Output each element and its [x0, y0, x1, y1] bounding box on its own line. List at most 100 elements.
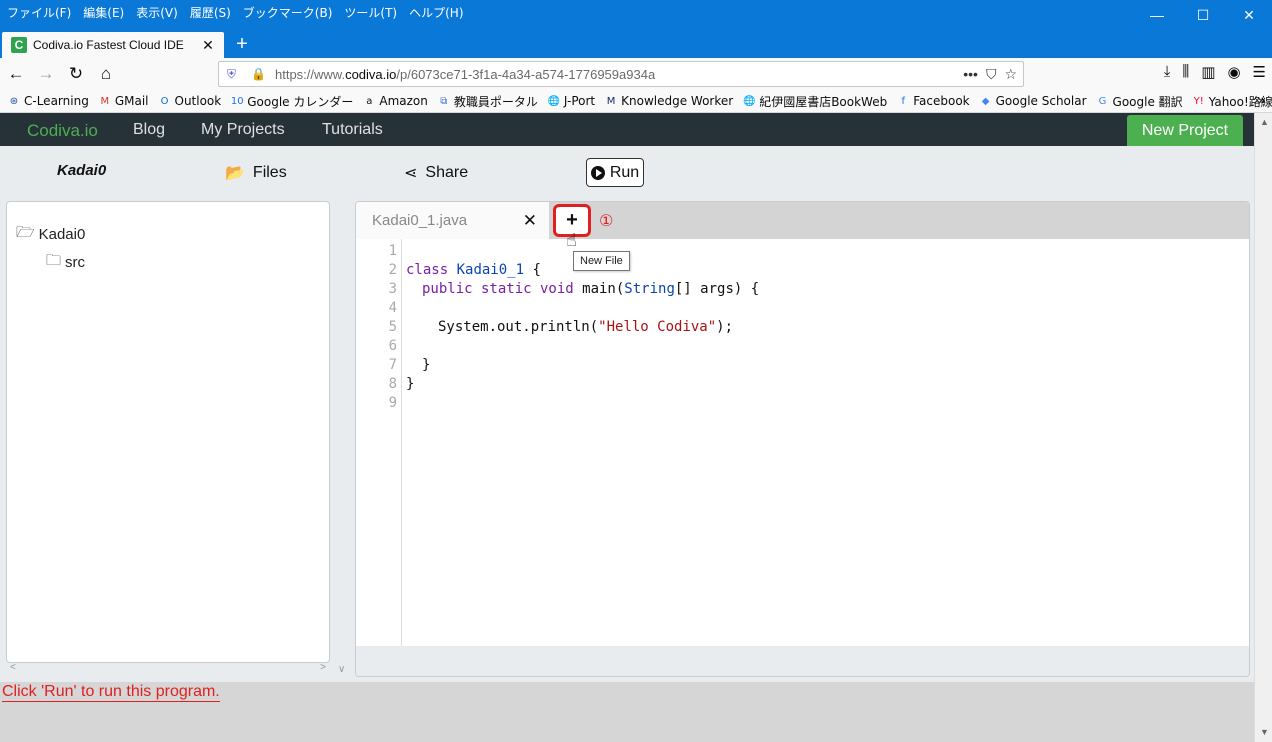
scroll-up-icon[interactable]: ▲ — [1260, 117, 1269, 127]
window-title-bar: ファイル(F) 編集(E) 表示(V) 履歴(S) ブックマーク(B) ツール(… — [0, 0, 1272, 30]
project-toolbar: Kadai0 📂 Files ⋖ Share Run — [0, 146, 1254, 198]
page-scrollbar[interactable]: ▲ ▼ — [1254, 113, 1272, 742]
page-actions-icon[interactable]: ••• — [963, 66, 978, 83]
maximize-button[interactable]: ☐ — [1180, 0, 1226, 30]
folder-open-icon: 📂 — [225, 165, 245, 182]
menu-bar: ファイル(F) 編集(E) 表示(V) 履歴(S) ブックマーク(B) ツール(… — [7, 4, 464, 21]
scroll-down-icon[interactable]: ▼ — [1260, 727, 1269, 737]
hamburger-menu-icon[interactable]: ☰ — [1253, 63, 1266, 81]
bookmark-item[interactable]: 10 Google カレンダー — [230, 93, 354, 110]
folder-icon: 🗀 — [46, 252, 62, 269]
url-text[interactable]: https://www.codiva.io/p/6073ce71-3f1a-4a… — [275, 67, 963, 82]
bookmarks-bar: ⊛ C-Learning M GMail O Outlook 10 Google カレンダー a… — [0, 90, 1272, 113]
close-file-icon[interactable]: ✕ — [523, 211, 537, 231]
translate-icon: G — [1098, 95, 1107, 107]
bookmark-item[interactable]: M Knowledge Worker — [604, 94, 733, 108]
codiva-brand-link[interactable]: Codiva.io — [27, 121, 98, 141]
lock-icon[interactable]: 🔒 — [251, 67, 266, 81]
code-line: } — [422, 357, 431, 373]
share-icon: ⋖ — [404, 165, 418, 182]
my-projects-link[interactable]: My Projects — [201, 121, 285, 139]
c-learning-icon: ⊛ — [9, 95, 19, 107]
bookmark-item[interactable]: M GMail — [98, 94, 148, 108]
menu-edit[interactable]: 編集(E) — [83, 4, 124, 21]
code-editor: Kadai0_1.java ✕ + ① 1 2 3 4 5 6 7 8 9 cl… — [355, 201, 1250, 677]
app-navbar: Codiva.io Blog My Projects Tutorials New… — [0, 113, 1254, 146]
bookmark-item[interactable]: ⊛ C-Learning — [7, 94, 89, 108]
menu-bookmarks[interactable]: ブックマーク(B) — [243, 4, 333, 21]
project-name: Kadai0 — [57, 162, 107, 179]
globe-icon: 🌐 — [742, 95, 756, 107]
scroll-down-icon[interactable]: ∨ — [338, 664, 345, 675]
share-button[interactable]: ⋖ Share — [404, 163, 468, 183]
outlook-icon: O — [160, 95, 169, 107]
home-icon[interactable]: ⌂ — [94, 62, 118, 86]
bookmark-item[interactable]: a Amazon — [362, 94, 428, 108]
bookmark-item[interactable]: 🌐 J-Port — [547, 94, 595, 108]
editor-footer — [356, 646, 1249, 676]
bookmark-item[interactable]: G Google 翻訳 — [1096, 93, 1183, 110]
blog-link[interactable]: Blog — [133, 121, 165, 139]
menu-view[interactable]: 表示(V) — [136, 4, 178, 21]
facebook-icon: f — [901, 95, 905, 107]
tutorials-link[interactable]: Tutorials — [322, 121, 383, 139]
play-icon — [590, 165, 605, 180]
codiva-favicon-icon: C — [11, 37, 27, 53]
browser-tab[interactable]: C Codiva.io Fastest Cloud IDE ✕ — [2, 32, 224, 58]
menu-help[interactable]: ヘルプ(H) — [409, 4, 463, 21]
new-tab-button[interactable]: + — [230, 32, 254, 56]
bookmark-item[interactable]: ◆ Google Scholar — [979, 94, 1087, 108]
address-bar[interactable]: ⛨ 🔒 https://www.codiva.io/p/6073ce71-3f1… — [218, 61, 1024, 87]
portal-icon: ⧉ — [440, 95, 448, 107]
reload-icon[interactable]: ↻ — [64, 62, 88, 86]
tree-item-src[interactable]: 🗀 src — [46, 250, 85, 275]
menu-tools[interactable]: ツール(T) — [344, 4, 397, 21]
editor-tab-bar: Kadai0_1.java ✕ + ① — [356, 202, 1249, 239]
forward-arrow-icon[interactable]: → — [34, 62, 58, 86]
new-project-button[interactable]: New Project — [1127, 115, 1243, 146]
knowledge-worker-icon: M — [606, 95, 616, 107]
bookmark-item[interactable]: O Outlook — [158, 94, 222, 108]
tracking-shield-icon[interactable]: ⛨ — [227, 67, 243, 82]
amazon-icon: a — [366, 95, 373, 107]
console-message[interactable]: Click 'Run' to run this program. — [2, 683, 220, 702]
code-line: System.out.println("Hello Codiva"); — [438, 319, 734, 335]
file-tree-panel: 🗁 Kadai0 🗀 src — [6, 201, 330, 663]
minimize-button[interactable]: — — [1134, 0, 1180, 30]
bookmarks-overflow-icon[interactable]: » — [1257, 93, 1266, 109]
bookmark-star-icon[interactable]: ☆ — [1004, 66, 1017, 83]
close-tab-icon[interactable]: ✕ — [198, 37, 218, 54]
tree-item-project[interactable]: 🗁 Kadai0 — [16, 222, 85, 247]
calendar-icon: 10 — [230, 95, 244, 107]
sidebar-icon[interactable]: ▥ — [1201, 63, 1215, 81]
library-icon[interactable]: ⫼ — [1182, 63, 1189, 81]
account-icon[interactable]: ◉ — [1227, 63, 1240, 81]
run-button[interactable]: Run — [586, 158, 644, 187]
tab-strip: C Codiva.io Fastest Cloud IDE ✕ + — [0, 30, 1272, 58]
downloads-icon[interactable]: ⤓ — [1164, 63, 1171, 81]
console-output: Click 'Run' to run this program. — [0, 682, 1254, 742]
bookmark-item[interactable]: 🌐 紀伊國屋書店BookWeb — [742, 93, 887, 110]
file-panel-hscroll[interactable]: < > — [6, 661, 330, 677]
files-button[interactable]: 📂 Files — [225, 163, 287, 183]
gmail-icon: M — [100, 95, 110, 107]
globe-icon: 🌐 — [547, 95, 561, 107]
bookmark-item[interactable]: f Facebook — [896, 94, 969, 108]
hand-cursor-icon: ☝ — [566, 230, 577, 250]
close-window-button[interactable]: ✕ — [1226, 0, 1272, 30]
navigation-bar: ← → ↻ ⌂ ⛨ 🔒 https://www.codiva.io/p/6073… — [0, 58, 1272, 90]
folder-open-icon: 🗁 — [16, 224, 35, 241]
code-line: } — [406, 376, 415, 392]
scholar-icon: ◆ — [981, 95, 990, 107]
code-line: public static void main(String[] args) { — [422, 281, 760, 297]
pocket-icon[interactable]: ⛉ — [986, 66, 997, 83]
bookmark-item[interactable]: ⧉ 教職員ポータル — [437, 93, 538, 110]
back-arrow-icon[interactable]: ← — [4, 62, 28, 86]
browser-tab-title: Codiva.io Fastest Cloud IDE — [33, 38, 184, 52]
menu-file[interactable]: ファイル(F) — [7, 4, 71, 21]
scroll-left-icon[interactable]: < — [10, 662, 16, 673]
new-file-tooltip: New File — [573, 251, 630, 271]
scroll-right-icon[interactable]: > — [320, 662, 326, 673]
menu-history[interactable]: 履歴(S) — [190, 4, 231, 21]
editor-tab-file[interactable]: Kadai0_1.java ✕ — [356, 202, 549, 239]
